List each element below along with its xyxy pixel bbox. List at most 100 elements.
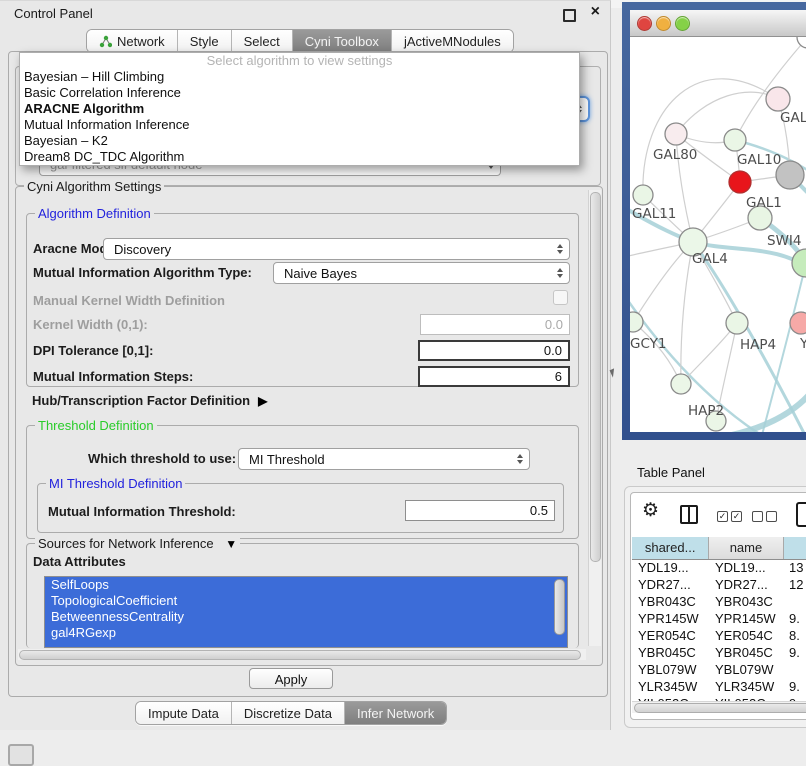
collapse-triangle-icon[interactable]: ▼ <box>225 537 237 551</box>
node-label-gal11: GAL11 <box>632 206 676 222</box>
attribute-item-selfloops[interactable]: SelfLoops <box>45 577 567 593</box>
bottom-tab-impute-data[interactable]: Impute Data <box>136 702 231 724</box>
dpi-tolerance-field[interactable]: 0.0 <box>418 340 570 361</box>
table-horizontal-scrollbar[interactable] <box>632 701 806 713</box>
checked-pair-icon[interactable]: ✓✓ <box>717 511 742 522</box>
table-cell: 12 <box>783 576 806 593</box>
data-attributes-label: Data Attributes <box>33 554 126 569</box>
table-cell: 13 <box>783 559 806 576</box>
node-label-gal4: GAL4 <box>692 251 728 267</box>
control-panel-titlebar[interactable]: Control Panel × <box>0 1 610 27</box>
sources-group: Sources for Network Inference ▼ Data Att… <box>26 543 579 648</box>
tab-style[interactable]: Style <box>177 30 231 52</box>
algorithm-option-aracne-algorithm[interactable]: ARACNE Algorithm <box>20 101 579 117</box>
bottom-tab-discretize-data[interactable]: Discretize Data <box>231 702 344 724</box>
combo-spinner-icon <box>517 454 523 464</box>
tab-select[interactable]: Select <box>231 30 292 52</box>
close-icon[interactable]: × <box>591 3 600 21</box>
settings-horizontal-scrollbar-thumb[interactable] <box>19 650 581 660</box>
network-window-titlebar[interactable] <box>630 10 806 37</box>
network-edge[interactable] <box>676 92 778 134</box>
network-canvas[interactable]: GALGAL80GAL10GAL1GAL11SWI4GAL4GCY1HAP4YH… <box>630 37 806 432</box>
tab-label: Style <box>190 34 219 49</box>
cyni-algorithm-settings-group: Cyni Algorithm Settings Algorithm Defini… <box>15 186 603 666</box>
node-label-gcy1: GCY1 <box>630 336 667 352</box>
network-edge[interactable] <box>633 322 681 384</box>
data-attributes-list[interactable]: SelfLoopsTopologicalCoefficientBetweenne… <box>44 576 568 648</box>
network-edge[interactable] <box>643 79 778 195</box>
attribute-item-betweennesscentrality[interactable]: BetweennessCentrality <box>45 609 567 625</box>
table-row[interactable]: YBR045CYBR045C9. <box>632 644 806 661</box>
threshold-definition-group: Threshold Definition Which threshold to … <box>26 425 579 539</box>
node-gal1-red[interactable] <box>729 171 751 193</box>
table-row[interactable]: YER054CYER054C8. <box>632 627 806 644</box>
collapsed-panel-box[interactable] <box>8 744 34 766</box>
aracne-mode-combo[interactable]: Discovery <box>103 238 570 260</box>
algorithm-option-basic-correlation-inference[interactable]: Basic Correlation Inference <box>20 85 579 101</box>
apply-button[interactable]: Apply <box>249 668 333 689</box>
settings-vertical-scrollbar[interactable] <box>588 190 601 646</box>
split-columns-icon[interactable] <box>680 505 698 524</box>
gear-icon[interactable]: ⚙ <box>642 501 659 521</box>
mi-threshold-label: Mutual Information Threshold: <box>48 504 236 519</box>
mi-threshold-field[interactable]: 0.5 <box>405 500 555 521</box>
float-window-icon[interactable] <box>563 9 576 22</box>
node-hap4[interactable] <box>726 312 748 334</box>
table-row[interactable]: YDR27...YDR27...12 <box>632 576 806 593</box>
algorithm-option-mutual-information-inference[interactable]: Mutual Information Inference <box>20 117 579 133</box>
tab-label: Network <box>117 34 165 49</box>
which-threshold-combo[interactable]: MI Threshold <box>238 448 530 470</box>
table-cell: YBR043C <box>709 593 783 610</box>
settings-vertical-scrollbar-thumb[interactable] <box>590 192 601 562</box>
table-panel-title: Table Panel <box>637 465 705 480</box>
table-cell <box>783 661 806 678</box>
bottom-tab-strip: Impute DataDiscretize Data Infer Network <box>135 701 447 725</box>
attribute-item-gal4rgexp[interactable]: gal4RGexp <box>45 625 567 641</box>
node-gal80[interactable] <box>665 123 687 145</box>
column-header-shared...[interactable]: shared... <box>632 537 709 559</box>
tab-jactivemnodules[interactable]: jActiveMNodules <box>391 30 513 52</box>
tab-cyni-toolbox[interactable]: Cyni Toolbox <box>292 30 391 52</box>
attribute-item-topologicalcoefficient[interactable]: TopologicalCoefficient <box>45 593 567 609</box>
node-label-gal10: GAL10 <box>737 152 781 168</box>
mi-threshold-group-title: MI Threshold Definition <box>46 476 185 491</box>
unchecked-pair-icon[interactable] <box>752 511 777 522</box>
node-salmon[interactable] <box>790 312 806 334</box>
table-row[interactable]: YLR345WYLR345W9. <box>632 678 806 695</box>
node-pink-top[interactable] <box>766 87 790 111</box>
algorithm-option-bayesian-k2[interactable]: Bayesian – K2 <box>20 133 579 149</box>
node-hap2[interactable] <box>671 374 691 394</box>
node-green-right[interactable] <box>792 249 806 277</box>
bottom-tab-infer-network[interactable]: Infer Network <box>344 702 446 724</box>
table-row[interactable]: YBR043CYBR043C <box>632 593 806 610</box>
document-icon[interactable] <box>796 502 806 527</box>
node-gal11[interactable] <box>633 185 653 205</box>
node-gal10[interactable] <box>724 129 746 151</box>
window-title: Control Panel <box>14 6 93 21</box>
mi-algorithm-type-combo[interactable]: Naive Bayes <box>273 262 570 284</box>
dpi-tolerance-row: DPI Tolerance [0,1]: 0.0 <box>27 340 578 362</box>
node-top-partial[interactable] <box>797 37 806 48</box>
table-body: YDL19...YDL19...13YDR27...YDR27...12YBR0… <box>632 559 806 712</box>
algorithm-option-dream8-dc-tdc-algorithm[interactable]: Dream8 DC_TDC Algorithm <box>20 149 579 165</box>
table-cell: YER054C <box>632 627 709 644</box>
algorithm-option-bayesian-hill-climbing[interactable]: Bayesian – Hill Climbing <box>20 69 579 85</box>
node-label-y: Y <box>799 336 806 352</box>
close-traffic-light-icon[interactable] <box>637 16 652 31</box>
mi-steps-field[interactable]: 6 <box>418 366 570 387</box>
zoom-traffic-light-icon[interactable] <box>675 16 690 31</box>
table-row[interactable]: YBL079WYBL079W <box>632 661 806 678</box>
table-row[interactable]: YDL19...YDL19...13 <box>632 559 806 576</box>
tab-network[interactable]: Network <box>87 30 177 52</box>
list-scrollbar-thumb[interactable] <box>554 579 565 635</box>
table-row[interactable]: YPR145WYPR145W9. <box>632 610 806 627</box>
minimize-traffic-light-icon[interactable] <box>656 16 671 31</box>
settings-horizontal-scrollbar[interactable] <box>18 649 586 660</box>
column-header-name[interactable]: name <box>709 537 783 559</box>
network-edge[interactable] <box>681 323 737 384</box>
table-horizontal-scrollbar-thumb[interactable] <box>634 703 806 713</box>
hub-transcription-factor-toggle[interactable]: Hub/Transcription Factor Definition▶ <box>32 393 267 408</box>
column-header-partial[interactable] <box>784 537 806 559</box>
table-cell: YPR145W <box>632 610 709 627</box>
bottom-tab-label: Infer Network <box>357 706 434 721</box>
